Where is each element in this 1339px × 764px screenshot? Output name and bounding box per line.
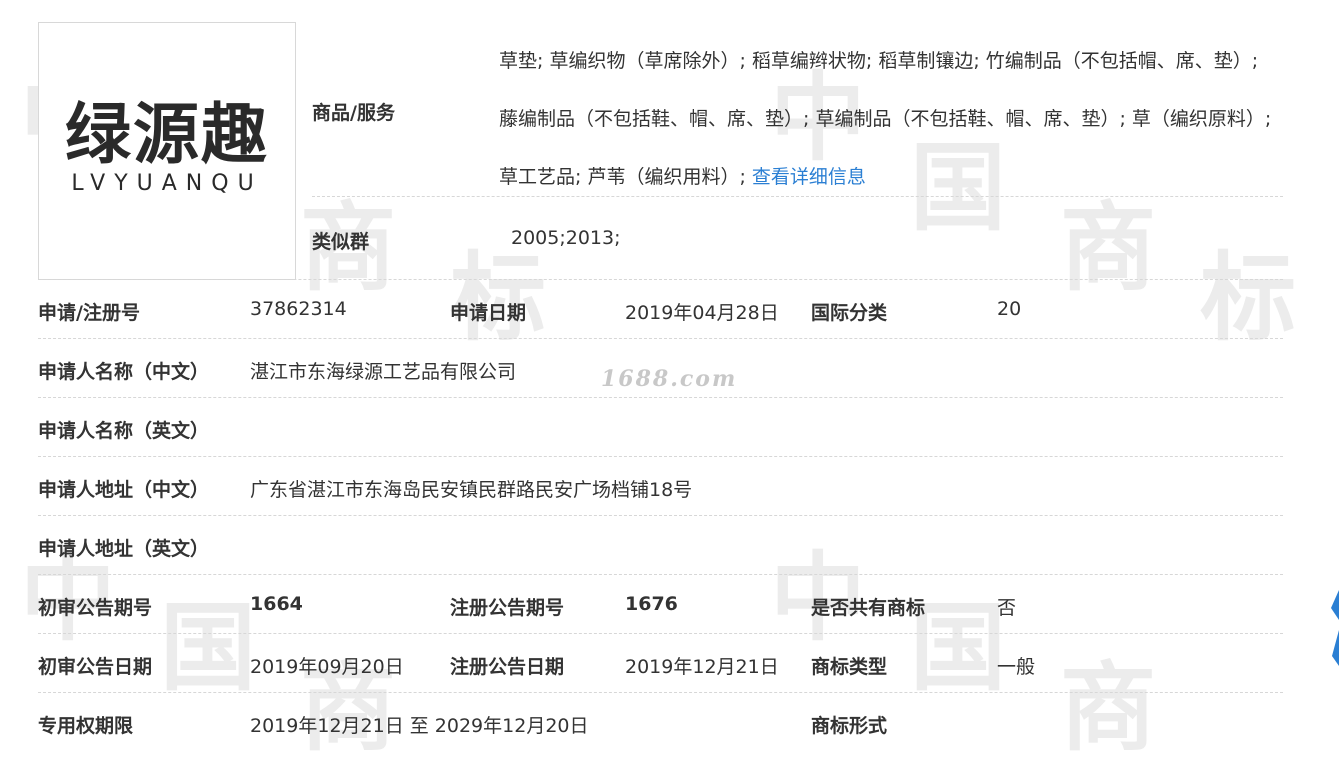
watermark-char: 标: [1200, 242, 1296, 354]
divider: [38, 279, 1283, 280]
trademark-logo-subtext: LVYUANQU: [71, 171, 263, 196]
site-watermark: 1688.com: [601, 366, 738, 392]
applicant-cn-label: 申请人名称（中文）: [38, 361, 210, 383]
apply-date-label: 申请日期: [450, 302, 527, 324]
shared-tm-value: 否: [997, 597, 1017, 619]
reg-no-value: 37862314: [250, 298, 347, 320]
exclusive-period-label: 专用权期限: [38, 715, 134, 737]
reg-date-value: 2019年12月21日: [625, 656, 779, 678]
shared-tm-label: 是否共有商标: [811, 597, 926, 619]
trademark-logo-text: 绿源趣: [65, 95, 269, 173]
watermark-char: 国: [160, 592, 256, 704]
watermark-char: 商: [1060, 192, 1156, 304]
address-en-label: 申请人地址（英文）: [38, 538, 210, 560]
divider: [38, 574, 1283, 575]
divider: [312, 196, 1283, 197]
prelim-date-label: 初审公告日期: [38, 656, 153, 678]
reg-date-label: 注册公告日期: [450, 656, 565, 678]
intl-class-value: 20: [997, 298, 1022, 320]
view-details-link[interactable]: 查看详细信息: [752, 166, 866, 188]
reg-no-label: 申请/注册号: [38, 302, 140, 324]
divider: [38, 397, 1283, 398]
prelim-date-value: 2019年09月20日: [250, 656, 404, 678]
goods-label: 商品/服务: [312, 102, 395, 124]
goods-text: 草垫; 草编织物（草席除外）; 稻草编辫状物; 稻草制镶边; 竹编制品（不包括帽…: [499, 50, 1272, 188]
tm-form-label: 商标形式: [811, 715, 888, 737]
reg-issue-value: 1676: [625, 593, 678, 615]
divider: [38, 633, 1283, 634]
reg-issue-label: 注册公告期号: [450, 597, 565, 619]
prelim-issue-label: 初审公告期号: [38, 597, 153, 619]
watermark-char: 商: [1060, 652, 1156, 764]
intl-class-label: 国际分类: [811, 302, 888, 324]
tm-type-value: 一般: [997, 656, 1036, 678]
applicant-en-label: 申请人名称（英文）: [38, 420, 210, 442]
address-cn-label: 申请人地址（中文）: [38, 479, 210, 501]
divider: [38, 692, 1283, 693]
divider: [38, 456, 1283, 457]
divider: [38, 338, 1283, 339]
address-cn-value: 广东省湛江市东海岛民安镇民群路民安广场档铺18号: [250, 479, 693, 501]
goods-value: 草垫; 草编织物（草席除外）; 稻草编辫状物; 稻草制镶边; 竹编制品（不包括帽…: [499, 32, 1279, 206]
similar-group-label: 类似群: [312, 231, 370, 253]
apply-date-value: 2019年04月28日: [625, 302, 779, 324]
applicant-cn-value: 湛江市东海绿源工艺品有限公司: [250, 361, 517, 383]
trademark-image: 绿源趣 LVYUANQU: [38, 22, 296, 280]
tm-type-label: 商标类型: [811, 656, 888, 678]
similar-group-value: 2005;2013;: [511, 227, 621, 249]
exclusive-period-value: 2019年12月21日 至 2029年12月20日: [250, 715, 589, 737]
prelim-issue-value: 1664: [250, 593, 303, 615]
side-arrow-icon: [1331, 590, 1339, 666]
divider: [38, 515, 1283, 516]
